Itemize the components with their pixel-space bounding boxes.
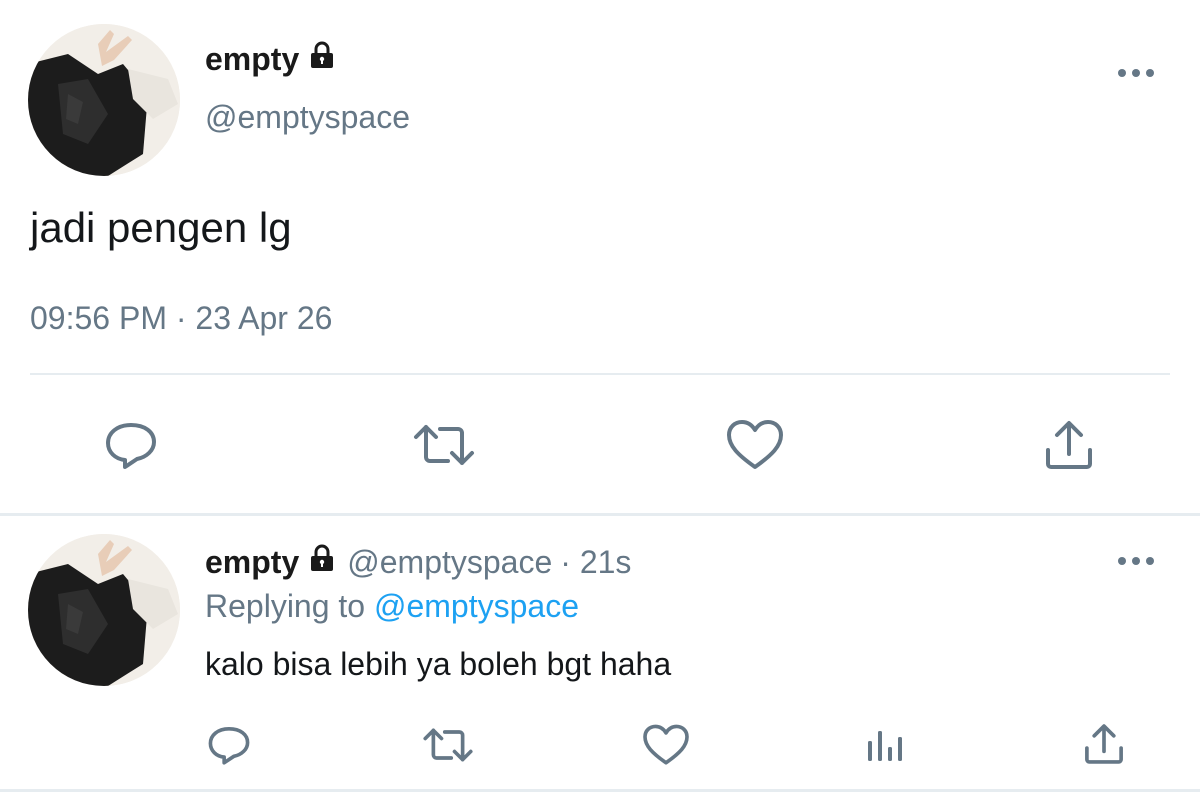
- share-icon: [1085, 724, 1123, 764]
- reply-analytics-button[interactable]: [862, 722, 910, 768]
- share-button[interactable]: [1038, 416, 1100, 474]
- divider: [30, 373, 1170, 375]
- reply-icon: [208, 727, 250, 765]
- display-name[interactable]: empty: [205, 40, 337, 78]
- lock-icon: [307, 542, 337, 582]
- reply-more-icon[interactable]: [1114, 546, 1158, 576]
- bottom-divider: [0, 789, 1200, 792]
- like-button[interactable]: [724, 416, 786, 474]
- reply-icon: [106, 423, 156, 469]
- reply-button[interactable]: [100, 416, 162, 474]
- replying-to-link[interactable]: @emptyspace: [374, 588, 579, 624]
- reply-reply-button[interactable]: [204, 722, 254, 768]
- avatar-photo: [28, 534, 180, 686]
- replying-to-line: Replying to @emptyspace: [205, 586, 579, 626]
- retweet-icon: [414, 425, 474, 465]
- like-icon: [643, 724, 689, 765]
- tweet-timestamp[interactable]: 09:56 PM · 23 Apr 26: [30, 298, 332, 338]
- reply-text: kalo bisa lebih ya boleh bgt haha: [205, 646, 672, 682]
- replying-to-label: Replying to: [205, 588, 366, 624]
- reply-share-button[interactable]: [1078, 720, 1130, 768]
- lock-icon: [307, 40, 337, 78]
- reply-header: empty @emptyspace · 21s: [205, 542, 631, 582]
- reply-display-name[interactable]: empty: [205, 542, 299, 582]
- avatar-photo: [28, 24, 180, 176]
- analytics-icon: [868, 731, 902, 761]
- tweet-text: jadi pengen lg: [30, 204, 292, 251]
- handle[interactable]: @emptyspace: [205, 98, 410, 136]
- like-icon: [727, 420, 783, 469]
- reply-retweet-button[interactable]: [420, 722, 476, 768]
- reply-avatar[interactable]: [28, 534, 180, 686]
- section-divider: [0, 513, 1200, 516]
- display-name-text: empty: [205, 41, 300, 77]
- reply-handle[interactable]: @emptyspace: [347, 542, 552, 582]
- reply-like-button[interactable]: [640, 722, 692, 768]
- retweet-button[interactable]: [410, 416, 478, 474]
- reply-time[interactable]: · 21s: [560, 542, 631, 582]
- more-icon[interactable]: [1114, 58, 1158, 88]
- avatar[interactable]: [28, 24, 180, 176]
- share-icon: [1046, 421, 1092, 469]
- retweet-icon: [423, 728, 473, 762]
